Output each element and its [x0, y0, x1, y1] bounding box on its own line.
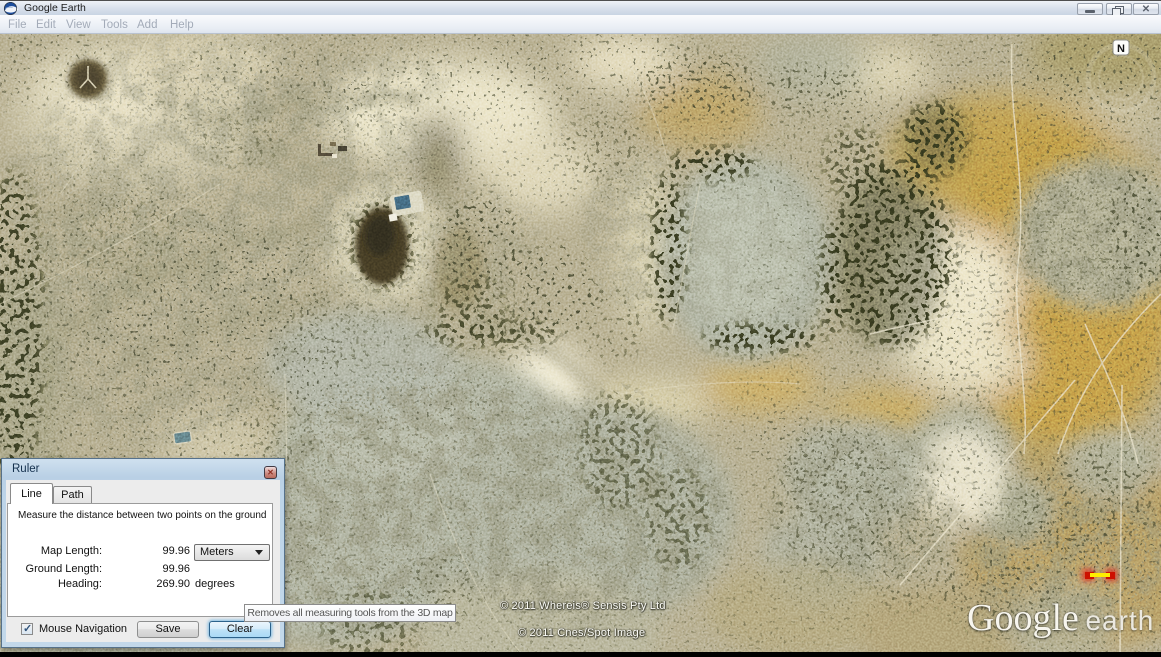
svg-text:N: N: [1117, 43, 1125, 55]
